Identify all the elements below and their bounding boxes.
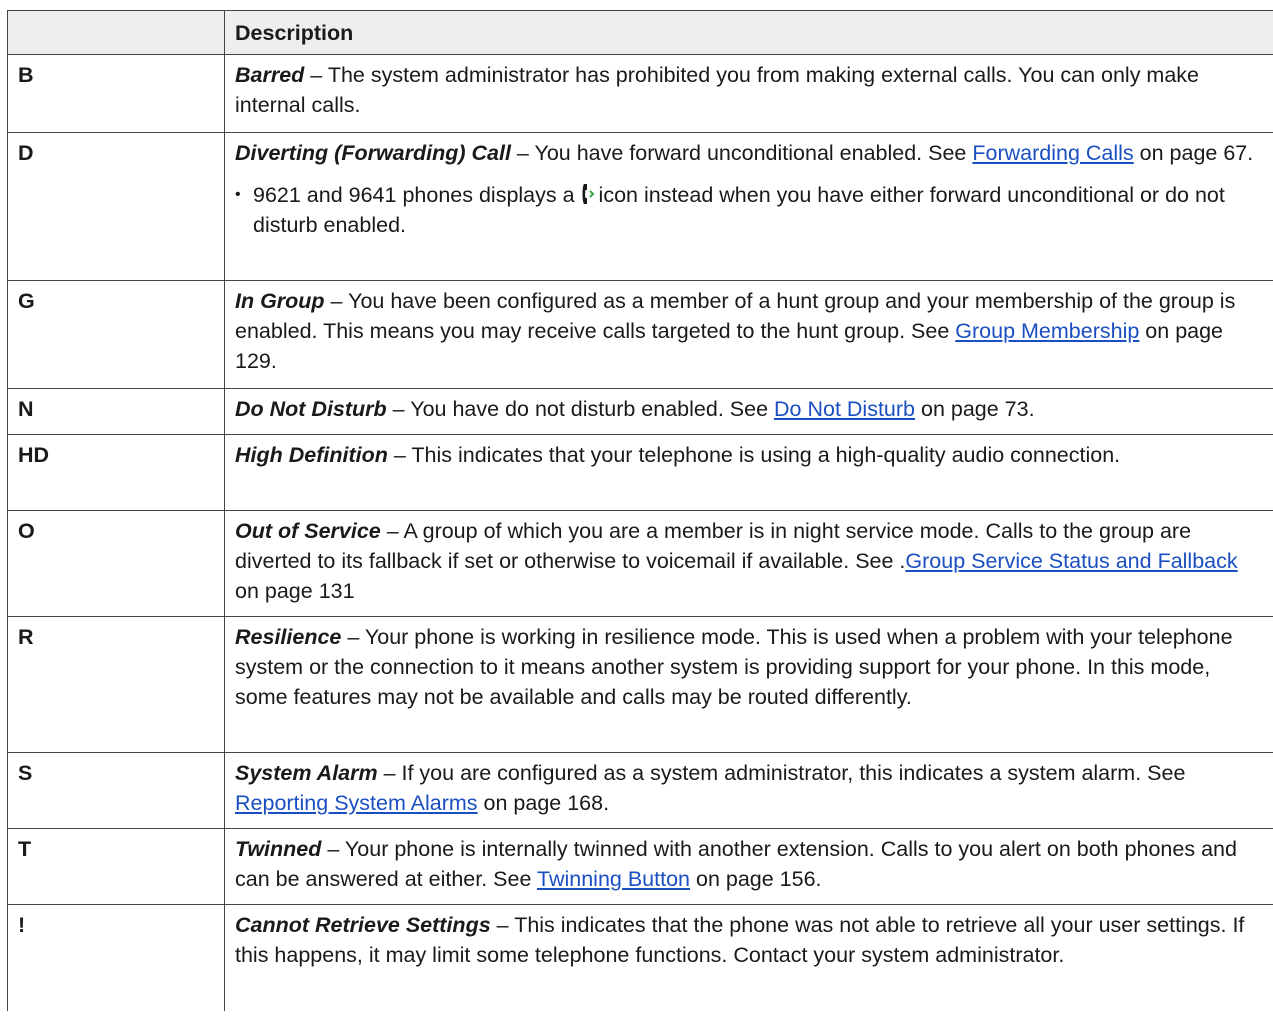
row-description: System Alarm – If you are configured as … (224, 752, 1273, 829)
row-description: Cannot Retrieve Settings – This indicate… (224, 904, 1273, 1011)
row-key: O (7, 510, 225, 617)
row-description: Barred – The system administrator has pr… (224, 54, 1273, 133)
row-page-ref: on page 168. (477, 791, 610, 815)
row-description: Resilience – Your phone is working in re… (224, 616, 1273, 753)
row-description: Do Not Disturb – You have do not disturb… (224, 388, 1273, 435)
link-twinning-button[interactable]: Twinning Button (537, 867, 690, 891)
row-page-ref: on page 67. (1133, 141, 1254, 165)
link-reporting-system-alarms[interactable]: Reporting System Alarms (235, 791, 478, 815)
row-text: – This indicates that your telephone is … (387, 443, 1121, 467)
row-key: G (7, 280, 225, 389)
bullet-dot-icon: • (235, 186, 241, 203)
table-header-row: Description (7, 10, 1273, 55)
table-row: N Do Not Disturb – You have do not distu… (7, 388, 1273, 435)
row-term: System Alarm (235, 761, 378, 785)
row-term: Cannot Retrieve Settings (235, 913, 491, 937)
table-row: ! Cannot Retrieve Settings – This indica… (7, 904, 1273, 1011)
header-cell-key (7, 10, 225, 55)
row-key: B (7, 54, 225, 133)
table-row: T Twinned – Your phone is internally twi… (7, 828, 1273, 905)
row-term: High Definition (235, 443, 388, 467)
row-text: – If you are configured as a system admi… (377, 761, 1186, 785)
row-key: R (7, 616, 225, 753)
row-term: Twinned (235, 837, 322, 861)
table-row: HD High Definition – This indicates that… (7, 434, 1273, 511)
status-letters-table: Description B Barred – The system admini… (7, 10, 1273, 1011)
bullet-text-pre: 9621 and 9641 phones displays a (253, 183, 581, 207)
bullet-item: • 9621 and 9641 phones displays a icon in… (235, 180, 1265, 240)
row-key: ! (7, 904, 225, 1011)
table-row: D Diverting (Forwarding) Call – You have… (7, 132, 1273, 281)
row-term: In Group (235, 289, 325, 313)
row-description: In Group – You have been configured as a… (224, 280, 1273, 389)
table-row: B Barred – The system administrator has … (7, 54, 1273, 133)
row-text: – You have forward unconditional enabled… (510, 141, 973, 165)
row-page-ref: on page 73. (915, 397, 1035, 421)
row-text: – The system administrator has prohibite… (235, 63, 1199, 117)
row-term: Out of Service (235, 519, 381, 543)
row-term: Resilience (235, 625, 342, 649)
row-description: Twinned – Your phone is internally twinn… (224, 828, 1273, 905)
link-forwarding-calls[interactable]: Forwarding Calls (972, 141, 1133, 165)
row-description: Out of Service – A group of which you ar… (224, 510, 1273, 617)
row-page-ref: on page 156. (690, 867, 822, 891)
row-term: Barred (235, 63, 305, 87)
row-key: HD (7, 434, 225, 511)
link-do-not-disturb[interactable]: Do Not Disturb (774, 397, 915, 421)
row-key: T (7, 828, 225, 905)
row-text: – Your phone is working in resilience mo… (235, 625, 1233, 709)
table-row: R Resilience – Your phone is working in … (7, 616, 1273, 753)
row-page-ref: on page 131 (235, 579, 355, 603)
table-row: S System Alarm – If you are configured a… (7, 752, 1273, 829)
row-term: Diverting (Forwarding) Call (235, 141, 511, 165)
table-row: G In Group – You have been configured as… (7, 280, 1273, 389)
row-key: N (7, 388, 225, 435)
forward-phone-icon (581, 183, 595, 205)
row-text: – You have do not disturb enabled. See (386, 397, 775, 421)
link-group-membership[interactable]: Group Membership (955, 319, 1139, 343)
row-description: Diverting (Forwarding) Call – You have f… (224, 132, 1273, 281)
table-row: O Out of Service – A group of which you … (7, 510, 1273, 617)
row-description: High Definition – This indicates that yo… (224, 434, 1273, 511)
header-cell-description: Description (224, 10, 1273, 55)
row-key: D (7, 132, 225, 281)
link-group-service-status[interactable]: Group Service Status and Fallback (905, 549, 1237, 573)
row-key: S (7, 752, 225, 829)
row-term: Do Not Disturb (235, 397, 387, 421)
